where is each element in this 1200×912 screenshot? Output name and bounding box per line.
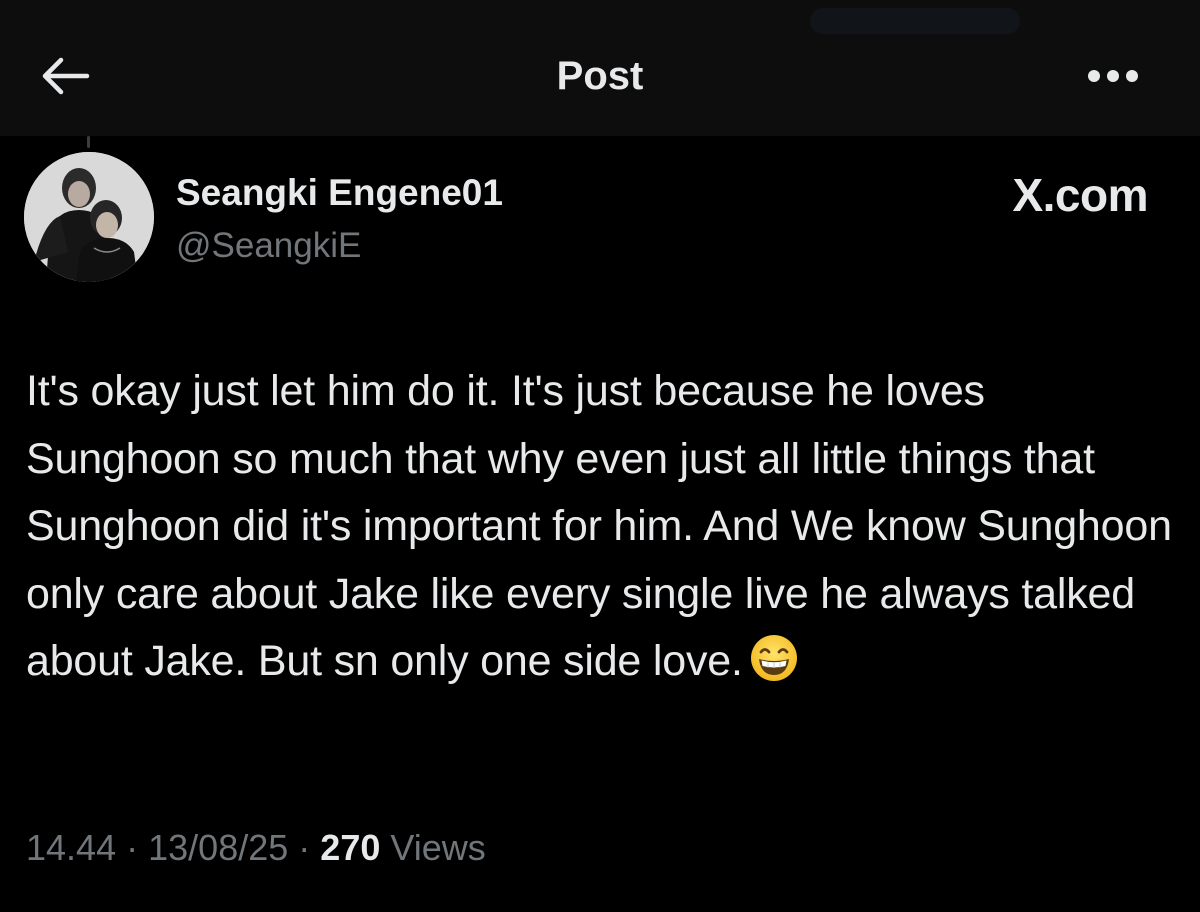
grinning-face-emoji [749,633,799,704]
views-label[interactable]: Views [390,827,485,868]
post-meta: 14.44 · 13/08/25 · 270 Views [26,822,486,874]
meta-separator: · [298,827,311,868]
more-horizontal-icon [1088,70,1138,82]
post-text: It's okay just let him do it. It's just … [26,358,1186,704]
more-options-button[interactable] [1080,54,1146,98]
post-body: It's okay just let him do it. It's just … [26,367,1172,685]
x-com-watermark: X.com [1012,169,1148,221]
author-handle[interactable]: @SeangkiE [176,222,361,270]
top-bar: Post [0,0,1200,136]
top-bar-ghost [810,8,1020,34]
page-title: Post [556,54,644,98]
avatar-photo [24,152,154,282]
avatar[interactable] [24,152,154,282]
author-display-name[interactable]: Seangki Engene01 [176,168,503,218]
post-date[interactable]: 13/08/25 [148,827,288,868]
meta-separator: · [126,827,139,868]
post-time[interactable]: 14.44 [26,827,116,868]
thread-connector [87,136,90,148]
views-count[interactable]: 270 [320,827,380,868]
